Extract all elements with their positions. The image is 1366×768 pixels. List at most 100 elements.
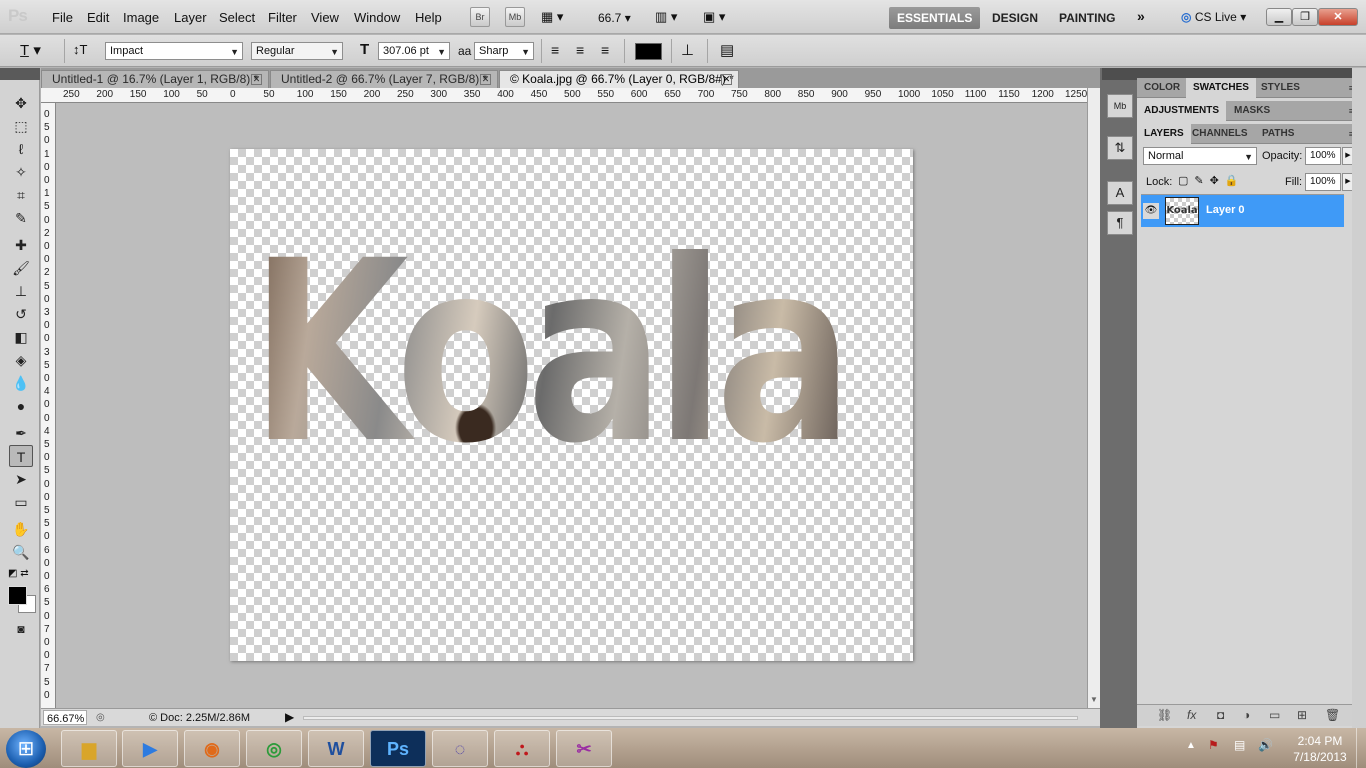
rectangle-tool-icon[interactable]: ▭ [9, 491, 33, 513]
menu-window[interactable]: Window [354, 10, 400, 25]
layer-name[interactable]: Layer 0 [1206, 204, 1245, 216]
adjustment-layer-icon[interactable]: ◑ [1243, 708, 1250, 722]
view-extras-icon[interactable]: ▦ ▾ [541, 9, 563, 25]
tab-layers[interactable]: LAYERS [1137, 124, 1191, 144]
more-workspaces-icon[interactable]: » [1137, 8, 1145, 24]
menu-select[interactable]: Select [219, 10, 255, 25]
new-group-icon[interactable]: ▭ [1269, 708, 1280, 722]
restore-button[interactable]: ❐ [1292, 8, 1318, 26]
zoom-level-dropdown[interactable]: 66.7 ▾ [598, 11, 631, 25]
doc-tab-untitled-2[interactable]: Untitled-2 @ 66.7% (Layer 7, RGB/8) * ✕ [270, 70, 498, 88]
quick-mask-icon[interactable]: ◙ [9, 618, 33, 640]
layer-row-layer-0[interactable]: 👁 Koala Layer 0 [1141, 195, 1344, 227]
media-player-taskbar-icon[interactable]: ▶ [122, 730, 178, 767]
close-tab-icon[interactable]: ✕ [721, 74, 732, 85]
visibility-eye-icon[interactable]: 👁 [1143, 203, 1159, 219]
tab-channels[interactable]: CHANNELS [1185, 124, 1255, 144]
lasso-tool-icon[interactable]: ℓ [9, 138, 33, 160]
eraser-tool-icon[interactable]: ◧ [9, 326, 33, 348]
brush-tool-icon[interactable]: 🖌 [9, 257, 33, 279]
layer-style-icon[interactable]: fx [1187, 708, 1196, 722]
workspace-design[interactable]: DESIGN [984, 7, 1046, 29]
default-colors-icon[interactable]: ◩ ⇄ [8, 568, 29, 579]
link-layers-icon[interactable]: ⛓ [1157, 708, 1172, 722]
tab-adjustments[interactable]: ADJUSTMENTS [1137, 101, 1227, 121]
status-share-icon[interactable]: ◎ [96, 710, 105, 726]
character-icon[interactable]: A [1107, 181, 1133, 205]
tab-paths[interactable]: PATHS [1255, 124, 1301, 144]
paint-bucket-tool-icon[interactable]: ◈ [9, 349, 33, 371]
cs-live-button[interactable]: ◎ CS Live ▾ [1181, 10, 1246, 24]
network-icon[interactable]: ▤ [1234, 738, 1245, 752]
volume-icon[interactable]: 🔊 [1258, 738, 1273, 752]
path-selection-tool-icon[interactable]: ➤ [9, 468, 33, 490]
blur-tool-icon[interactable]: 💧 [9, 372, 33, 394]
move-tool-icon[interactable]: ✥ [9, 92, 33, 114]
menu-image[interactable]: Image [123, 10, 159, 25]
clone-stamp-tool-icon[interactable]: ⊥ [9, 280, 33, 302]
blend-mode-select[interactable]: Normal ▼ [1143, 147, 1257, 165]
panels-scrollbar[interactable] [1352, 68, 1366, 728]
pen-tool-icon[interactable]: ✒ [9, 422, 33, 444]
workspace-essentials[interactable]: ESSENTIALS [889, 7, 981, 29]
marquee-tool-icon[interactable]: ⬚ [9, 115, 33, 137]
minimize-button[interactable]: ▁ [1266, 8, 1292, 26]
character-panel-icon[interactable]: ▤ [720, 41, 734, 59]
healing-brush-tool-icon[interactable]: ✚ [9, 234, 33, 256]
acrobat-taskbar-icon[interactable]: ⛬ [494, 730, 550, 767]
tab-swatches[interactable]: SWATCHES [1186, 78, 1256, 98]
koala-text-layer[interactable]: Koala [250, 203, 844, 503]
lock-position-icon[interactable]: ✥ [1210, 175, 1225, 187]
warp-text-icon[interactable]: ⊥ [681, 41, 694, 59]
lock-transparent-icon[interactable]: ▢ [1178, 175, 1194, 187]
mini-bridge-button[interactable]: Mb [505, 7, 525, 27]
close-button[interactable]: ✕ [1318, 8, 1358, 26]
torrent-taskbar-icon[interactable]: ◌ [432, 730, 488, 767]
history-brush-tool-icon[interactable]: ↺ [9, 303, 33, 325]
menu-view[interactable]: View [311, 10, 339, 25]
font-style-select[interactable]: Regular ▼ [251, 42, 343, 60]
tab-color[interactable]: COLOR [1137, 78, 1187, 98]
menu-layer[interactable]: Layer [174, 10, 207, 25]
horizontal-ruler[interactable]: 250 200 150 100 50 0 50 100 150 200 250 300 350 400 45… [41, 88, 1087, 103]
clock[interactable]: 2:04 PM 7/18/2013 [1290, 733, 1350, 765]
quick-select-tool-icon[interactable]: ✧ [9, 161, 33, 183]
chrome-taskbar-icon[interactable]: ◎ [246, 730, 302, 767]
mini-bridge-panel-icon[interactable]: Mb [1107, 94, 1133, 118]
tab-masks[interactable]: MASKS [1227, 101, 1277, 121]
crop-tool-icon[interactable]: ⌗ [9, 184, 33, 206]
snipping-tool-taskbar-icon[interactable]: ✂ [556, 730, 612, 767]
type-mask-tool-preset-icon[interactable]: T̲ ▾ [20, 41, 41, 59]
history-panel-icon[interactable]: ⇅ [1107, 136, 1133, 160]
menu-edit[interactable]: Edit [87, 10, 109, 25]
photoshop-taskbar-icon[interactable]: Ps [370, 730, 426, 767]
windows-start-button[interactable]: ⊞ [6, 730, 46, 768]
type-mask-tool-icon[interactable]: T [9, 445, 33, 467]
tab-styles[interactable]: STYLES [1254, 78, 1307, 98]
text-color-swatch[interactable] [635, 43, 662, 60]
arrange-documents-icon[interactable]: ▥ ▾ [655, 9, 677, 25]
hand-tool-icon[interactable]: ✋ [9, 518, 33, 540]
paragraph-icon[interactable]: ¶ [1107, 211, 1133, 235]
close-tab-icon[interactable]: ✕ [251, 74, 262, 85]
align-left-icon[interactable]: ≡ [551, 42, 559, 58]
horizontal-scrollbar[interactable] [303, 716, 1078, 720]
align-center-icon[interactable]: ≡ [576, 42, 584, 58]
tools-panel-header[interactable] [0, 68, 40, 80]
menu-file[interactable]: File [52, 10, 73, 25]
font-size-field[interactable]: 307.06 pt ▼ [378, 42, 450, 60]
lock-all-icon[interactable]: 🔒 [1225, 175, 1245, 187]
foreground-color-swatch[interactable] [8, 586, 27, 605]
screen-mode-icon[interactable]: ▣ ▾ [703, 9, 725, 25]
eyedropper-tool-icon[interactable]: ✎ [9, 207, 33, 229]
word-taskbar-icon[interactable]: W [308, 730, 364, 767]
menu-filter[interactable]: Filter [268, 10, 297, 25]
dock-collapse-bar[interactable] [1102, 68, 1137, 80]
fill-field[interactable]: 100% [1305, 173, 1341, 191]
bridge-button[interactable]: Br [470, 7, 490, 27]
show-desktop-button[interactable] [1356, 728, 1366, 768]
zoom-field[interactable]: 66.67% [43, 710, 87, 725]
opacity-field[interactable]: 100% [1305, 147, 1341, 165]
vertical-scrollbar[interactable]: ▼ [1087, 88, 1100, 708]
lock-pixels-icon[interactable]: ✎ [1194, 175, 1209, 187]
